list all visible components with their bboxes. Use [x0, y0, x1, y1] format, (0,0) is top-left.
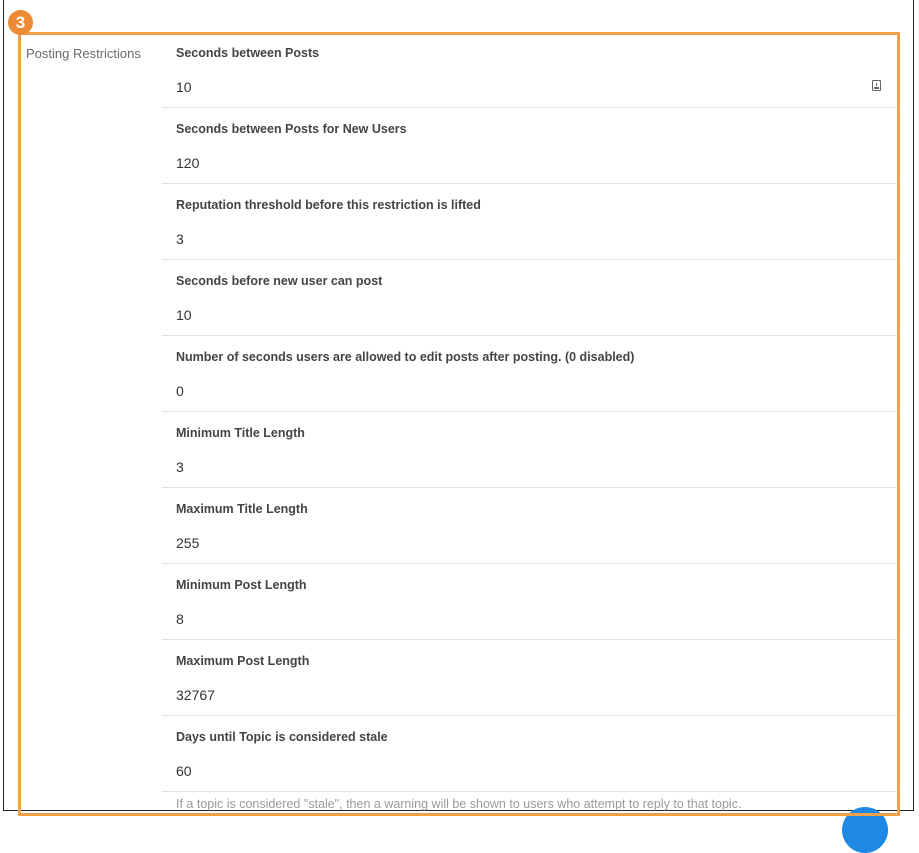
save-fab-button[interactable]	[842, 807, 888, 853]
field-label: Minimum Title Length	[176, 426, 305, 440]
field-reputation-threshold: Reputation threshold before this restric…	[162, 184, 899, 260]
field-minimum-title-length: Minimum Title Length	[162, 412, 899, 488]
field-minimum-post-length: Minimum Post Length	[162, 564, 899, 640]
field-seconds-between-posts: Seconds between Posts	[162, 32, 899, 108]
field-label: Seconds between Posts	[176, 46, 320, 60]
minimum-title-length-input[interactable]	[176, 456, 876, 478]
stale-help-text: If a topic is considered "stale", then a…	[176, 797, 742, 811]
section-label: Posting Restrictions	[26, 46, 141, 61]
edit-window-seconds-input[interactable]	[176, 380, 876, 402]
minimum-post-length-input[interactable]	[176, 608, 876, 630]
field-label: Reputation threshold before this restric…	[176, 198, 481, 212]
field-seconds-before-new-user-can-post: Seconds before new user can post	[162, 260, 899, 336]
field-maximum-title-length: Maximum Title Length	[162, 488, 899, 564]
maximum-post-length-input[interactable]	[176, 684, 876, 706]
field-label: Number of seconds users are allowed to e…	[176, 350, 635, 364]
reputation-threshold-input[interactable]	[176, 228, 876, 250]
contact-card-icon[interactable]	[872, 80, 881, 91]
field-label: Maximum Title Length	[176, 502, 308, 516]
maximum-title-length-input[interactable]	[176, 532, 876, 554]
field-maximum-post-length: Maximum Post Length	[162, 640, 899, 716]
field-label: Seconds before new user can post	[176, 274, 383, 288]
step-badge: 3	[8, 10, 33, 35]
field-days-until-topic-stale: Days until Topic is considered stale	[162, 716, 899, 792]
posting-restrictions-fields: Seconds between Posts Seconds between Po…	[162, 32, 899, 792]
field-label: Maximum Post Length	[176, 654, 310, 668]
field-edit-window-seconds: Number of seconds users are allowed to e…	[162, 336, 899, 412]
field-label: Seconds between Posts for New Users	[176, 122, 407, 136]
field-seconds-between-posts-new-users: Seconds between Posts for New Users	[162, 108, 899, 184]
seconds-between-posts-new-users-input[interactable]	[176, 152, 876, 174]
seconds-before-new-user-can-post-input[interactable]	[176, 304, 876, 326]
field-label: Days until Topic is considered stale	[176, 730, 388, 744]
days-until-topic-stale-input[interactable]	[176, 760, 876, 782]
seconds-between-posts-input[interactable]	[176, 76, 876, 98]
field-label: Minimum Post Length	[176, 578, 307, 592]
